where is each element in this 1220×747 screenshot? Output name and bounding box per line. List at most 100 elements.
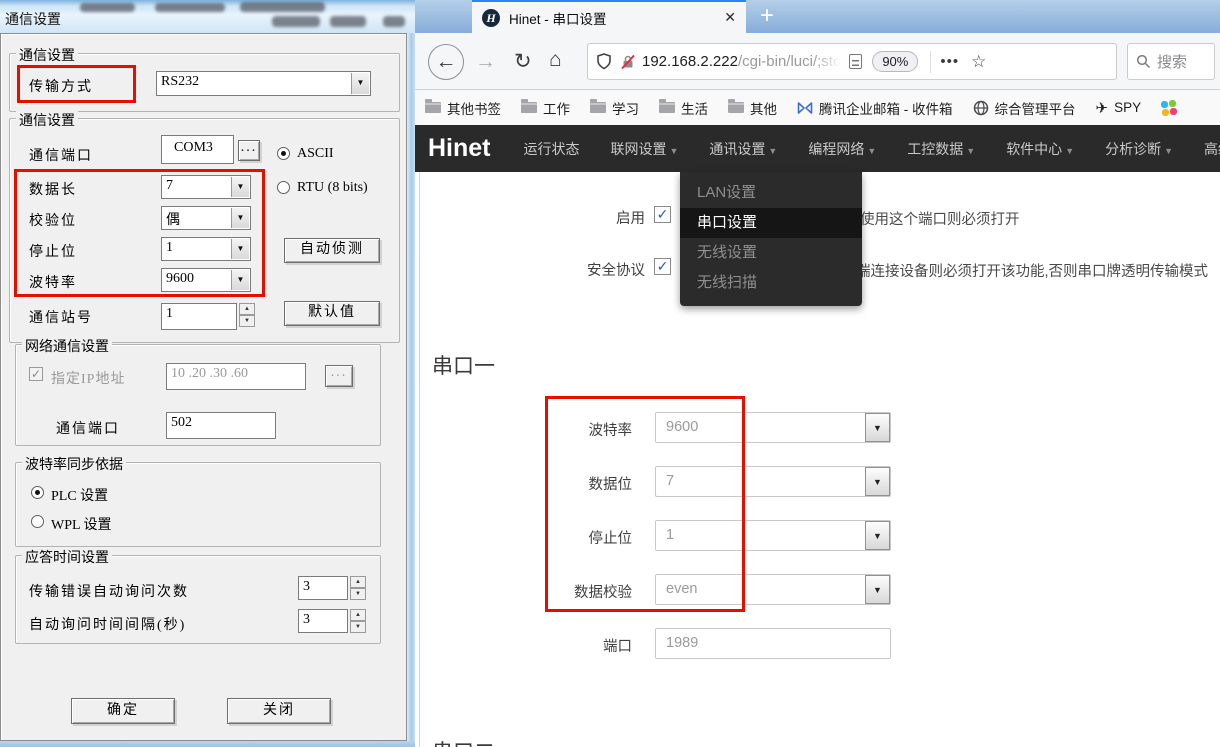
url-host: 192.168.2.222 (642, 53, 738, 70)
interval-input[interactable]: 3 (298, 609, 348, 633)
ok-button[interactable]: 确定 (71, 698, 175, 724)
security-checkbox[interactable]: ✓ (654, 258, 671, 275)
dropdown-arrow-icon[interactable]: ▼ (231, 177, 249, 197)
window-edge-line (419, 172, 420, 747)
spin-up-icon[interactable]: ▲ (239, 303, 255, 315)
parity-select[interactable]: 偶 ▼ (161, 206, 251, 230)
dropdown-arrow-icon[interactable]: ▼ (865, 521, 890, 550)
tab-close-icon[interactable]: ✕ (724, 9, 736, 26)
reload-button[interactable]: ↻ (514, 49, 532, 74)
folder-icon (425, 102, 441, 113)
dropdown-arrow-icon[interactable]: ▼ (351, 73, 369, 94)
nav-programming[interactable]: 编程网络▼ (808, 139, 876, 159)
ascii-radio[interactable] (277, 147, 290, 160)
back-button[interactable]: ← (428, 44, 464, 80)
bookmark-folder-work[interactable]: 工作 (521, 98, 570, 118)
data-length-select[interactable]: 7 ▼ (161, 175, 251, 199)
bookmark-colorful[interactable] (1161, 100, 1177, 116)
ip-input[interactable]: 10 .20 .30 .60 (166, 363, 306, 390)
wpl-radio[interactable] (31, 515, 44, 528)
url-bar[interactable]: 192.168.2.222 /cgi-bin/luci/;sto 90% •••… (587, 43, 1117, 80)
station-input[interactable]: 1 (161, 303, 237, 330)
bookmarks-bar: 其他书签 工作 学习 生活 其他 腾讯企业邮箱 - 收件箱 综合管理平台 ✈SP… (415, 90, 1220, 125)
insecure-lock-icon[interactable] (620, 54, 636, 70)
serial-port-2-heading: 串口二 (432, 736, 495, 747)
spin-down-icon[interactable]: ▼ (350, 588, 366, 600)
bookmark-star-icon[interactable]: ☆ (971, 52, 986, 72)
enable-checkbox[interactable]: ✓ (654, 206, 671, 223)
dropdown-arrow-icon[interactable]: ▼ (231, 270, 249, 290)
reader-mode-icon[interactable] (849, 54, 862, 69)
dropdown-arrow-icon[interactable]: ▼ (231, 208, 249, 228)
hinet-logo[interactable]: Hinet (428, 134, 491, 163)
serial-port-1-heading: 串口一 (432, 350, 495, 380)
plc-radio[interactable] (31, 486, 44, 499)
ip-checkbox[interactable]: ✓ (29, 367, 43, 381)
nav-software-center[interactable]: 软件中心▼ (1006, 139, 1074, 159)
dropdown-arrow-icon[interactable]: ▼ (865, 413, 890, 442)
spin-down-icon[interactable]: ▼ (350, 621, 366, 633)
default-button[interactable]: 默认值 (284, 301, 380, 326)
background-window-artifact (240, 2, 325, 12)
menu-lan-settings[interactable]: LAN设置 (680, 178, 862, 208)
bookmark-mgmt-platform[interactable]: 综合管理平台 (973, 98, 1076, 118)
baud-rate-select[interactable]: 9600 ▼ (161, 268, 251, 292)
bookmark-folder-study[interactable]: 学习 (590, 98, 639, 118)
security-label: 安全协议 (445, 259, 645, 280)
menu-wireless-settings[interactable]: 无线设置 (680, 238, 862, 268)
stopbit-select[interactable]: 1 ▼ (655, 520, 891, 551)
comm-port-box[interactable]: COM3 (161, 135, 234, 164)
nav-industrial-data[interactable]: 工控数据▼ (907, 139, 975, 159)
bookmark-folder-life[interactable]: 生活 (659, 98, 708, 118)
bookmark-folder-misc[interactable]: 其他 (728, 98, 777, 118)
new-tab-button[interactable]: + (760, 2, 774, 30)
spin-up-icon[interactable]: ▲ (350, 609, 366, 621)
search-box[interactable]: 搜索 (1127, 43, 1215, 80)
bookmark-spy[interactable]: ✈SPY (1096, 99, 1142, 117)
ip-browse-button[interactable]: ... (325, 365, 353, 387)
chevron-down-icon: ▼ (768, 146, 777, 156)
colorful-app-icon (1161, 100, 1177, 116)
rtu-radio[interactable] (277, 181, 290, 194)
group-transfer-legend: 通信设置 (16, 45, 78, 65)
nav-advanced[interactable]: 高级设置 (1204, 139, 1220, 159)
data-length-label: 数据长 (29, 179, 77, 199)
transfer-mode-select[interactable]: RS232 ▼ (156, 71, 371, 96)
interval-spinner[interactable]: ▲▼ (350, 609, 366, 633)
forward-button[interactable]: → (475, 50, 496, 74)
retry-spinner[interactable]: ▲▼ (350, 576, 366, 600)
dropdown-arrow-icon[interactable]: ▼ (865, 575, 890, 604)
stop-bit-value: 1 (166, 240, 173, 256)
baud-select[interactable]: 9600 ▼ (655, 412, 891, 443)
dropdown-arrow-icon[interactable]: ▼ (865, 467, 890, 496)
retry-label: 传输错误自动询问次数 (29, 581, 189, 601)
spin-down-icon[interactable]: ▼ (239, 315, 255, 327)
page-actions-icon[interactable]: ••• (940, 53, 959, 70)
zoom-level-badge[interactable]: 90% (872, 51, 918, 72)
net-port-input[interactable]: 502 (166, 412, 276, 439)
station-spinner[interactable]: ▲▼ (239, 303, 255, 327)
baud-rate-value: 9600 (166, 271, 194, 287)
nav-comm-settings[interactable]: 通讯设置▼ (709, 139, 777, 159)
close-button[interactable]: 关闭 (227, 698, 331, 724)
databits-select[interactable]: 7 ▼ (655, 466, 891, 497)
bookmark-tencent-mail[interactable]: 腾讯企业邮箱 - 收件箱 (797, 98, 953, 118)
spin-up-icon[interactable]: ▲ (350, 576, 366, 588)
nav-run-status[interactable]: 运行状态 (524, 139, 580, 159)
stop-bit-select[interactable]: 1 ▼ (161, 237, 251, 261)
home-button[interactable]: ⌂ (549, 48, 562, 72)
nav-diagnostics[interactable]: 分析诊断▼ (1105, 139, 1173, 159)
tracking-shield-icon[interactable] (596, 53, 612, 70)
menu-serial-settings[interactable]: 串口设置 (680, 208, 862, 238)
parity-check-select[interactable]: even ▼ (655, 574, 891, 605)
active-tab[interactable]: H Hinet - 串口设置 ✕ (472, 0, 746, 33)
nav-network-settings[interactable]: 联网设置▼ (611, 139, 679, 159)
menu-wireless-scan[interactable]: 无线扫描 (680, 268, 862, 298)
dialog-titlebar[interactable]: 通信设置 (0, 0, 415, 33)
comm-port-browse-button[interactable]: ... (238, 140, 260, 161)
retry-input[interactable]: 3 (298, 576, 348, 600)
bookmark-folder-other[interactable]: 其他书签 (425, 98, 501, 118)
dropdown-arrow-icon[interactable]: ▼ (231, 239, 249, 259)
autodetect-button[interactable]: 自动侦测 (284, 238, 380, 263)
port-input[interactable]: 1989 (655, 628, 891, 659)
